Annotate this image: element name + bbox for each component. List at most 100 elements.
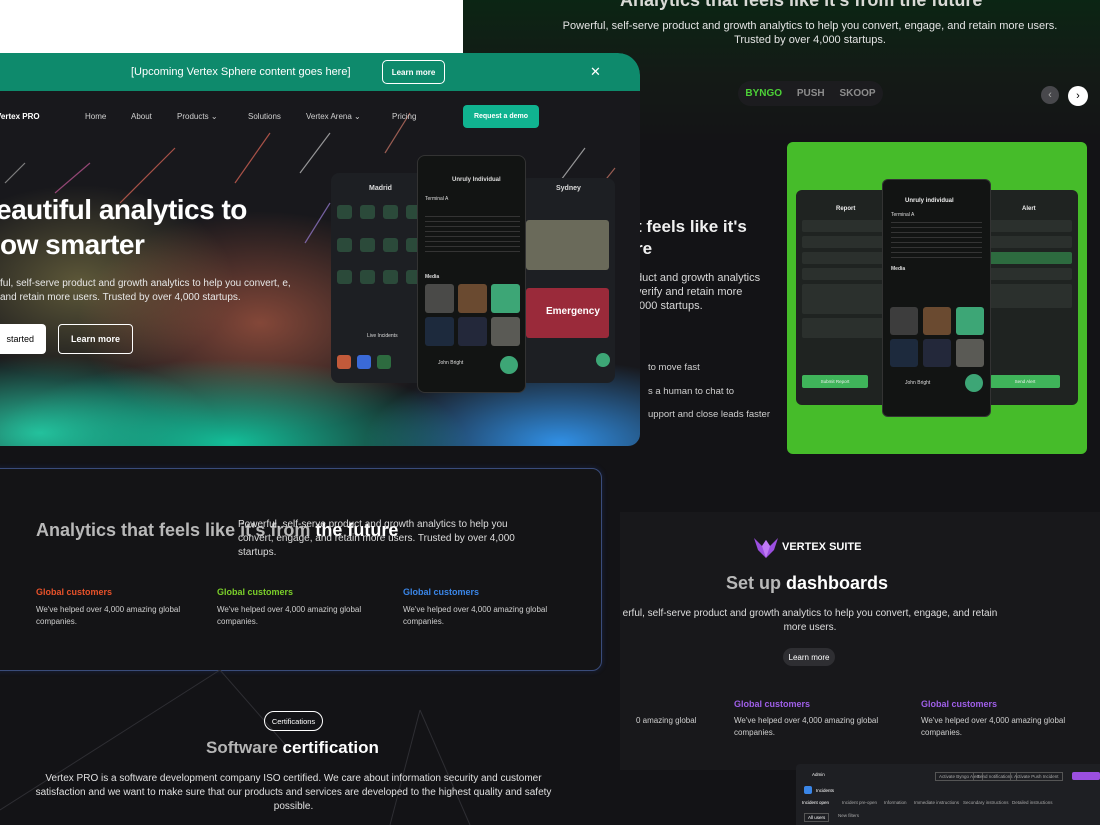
tab-secondary[interactable]: Secondary instructions (963, 800, 1009, 805)
headset-icon[interactable] (500, 356, 518, 374)
request-demo-button[interactable]: Request a demo (463, 105, 539, 128)
banner-learn-more-button[interactable]: Learn more (382, 60, 445, 84)
alert-header: Alert (1022, 206, 1036, 212)
vertex-suite-logo-icon (754, 538, 778, 558)
media-thumb[interactable] (890, 339, 918, 367)
action-button[interactable]: Activate Push Incident (1010, 772, 1063, 781)
tab-immediate[interactable]: Immediate instructions (914, 800, 959, 805)
phone-madrid: Madrid Live Incidents (331, 173, 426, 383)
tab-information[interactable]: Information (884, 800, 907, 805)
grid-icon[interactable] (360, 270, 375, 285)
media-thumb[interactable] (458, 284, 487, 313)
incident-thumb[interactable] (377, 355, 391, 369)
form-row (988, 236, 1072, 248)
media-thumb[interactable] (956, 339, 984, 367)
right-middle-sub-line: ,000 startups. (636, 300, 703, 312)
emergency-photo[interactable]: Emergency (526, 288, 609, 338)
primary-action[interactable] (1072, 772, 1100, 780)
form-row (802, 318, 885, 338)
form-row (988, 284, 1072, 308)
vertex-suite-title-grey: Set up (726, 573, 782, 593)
form-row (802, 252, 885, 264)
send-alert-button[interactable]: Send Alert (990, 375, 1060, 388)
incident-thumb[interactable] (337, 355, 351, 369)
grid-icon[interactable] (337, 205, 352, 219)
grid-icon[interactable] (383, 205, 398, 219)
nav-pricing[interactable]: Pricing (392, 112, 416, 121)
right-top-subtitle: Powerful, self-serve product and growth … (562, 20, 1058, 46)
dashboard-section: Incidents (816, 788, 835, 793)
feature-item: upport and close leads faster (648, 409, 770, 420)
dashboard-icon (804, 786, 812, 794)
alert-screen: Alert Send Alert (982, 190, 1078, 405)
form-row (802, 284, 885, 314)
media-thumb[interactable] (890, 307, 918, 335)
grid-icon[interactable] (337, 270, 352, 285)
product-tabs: BYNGO PUSH SKOOP (738, 81, 883, 106)
banner-text: [Upcoming Vertex Sphere content goes her… (131, 66, 351, 78)
product-preview-card: Report Submit Report Alert Send Alert Un… (787, 142, 1087, 454)
media-thumb[interactable] (425, 284, 454, 313)
close-icon[interactable]: ✕ (590, 64, 601, 80)
tab-incident-open[interactable]: Incident open (802, 800, 829, 805)
customers-heading: Global customers (217, 587, 294, 597)
form-row (988, 252, 1072, 264)
headset-icon[interactable] (965, 374, 983, 392)
grid-icon[interactable] (337, 237, 352, 252)
right-middle-title-line1: t feels like it's (636, 217, 747, 236)
customers-text: We've helped over 4,000 amazing global c… (921, 716, 1066, 737)
form-row (802, 268, 885, 280)
incident-description (425, 216, 520, 256)
new-filter[interactable]: New filters (838, 813, 859, 818)
learn-more-button[interactable]: Learn more (58, 324, 133, 354)
media-thumb[interactable] (923, 307, 951, 335)
grid-icon[interactable] (383, 237, 398, 252)
report-header: Report (836, 206, 856, 212)
nav-products[interactable]: Products ⌄ (177, 112, 218, 121)
media-thumb[interactable] (923, 339, 951, 367)
get-started-button[interactable]: started (0, 324, 46, 354)
filter-chip[interactable]: All users (804, 813, 830, 822)
media-thumb[interactable] (491, 317, 520, 346)
tab-incident-pre-open[interactable]: Incident pre-open (842, 800, 877, 805)
microphone-icon[interactable] (491, 284, 520, 313)
tab-byngo[interactable]: BYNGO (745, 88, 782, 99)
microphone-icon[interactable] (956, 307, 984, 335)
certification-text: Vertex PRO is a software development com… (35, 773, 552, 812)
media-thumb[interactable] (458, 317, 487, 346)
grid-icon[interactable] (383, 270, 398, 285)
emergency-text: Emergency (546, 306, 600, 317)
incident-thumb[interactable] (357, 355, 371, 369)
nav-about[interactable]: About (131, 112, 152, 121)
analytics-card (0, 468, 602, 671)
nav-products-label: Products (177, 112, 209, 121)
logo[interactable]: Vertex PRO (0, 112, 40, 121)
form-row (802, 236, 885, 248)
customers-heading: Global customers (36, 587, 113, 597)
customers-heading: Global customers (403, 587, 480, 597)
media-thumb[interactable] (425, 317, 454, 346)
nav-vertex-arena[interactable]: Vertex Arena ⌄ (306, 112, 361, 121)
incident-title: Terminal A (891, 212, 915, 218)
certification-title-grey: Software (206, 738, 278, 757)
tab-push[interactable]: PUSH (797, 88, 825, 99)
hero-headline-line2: ow smarter (0, 229, 145, 260)
report-screen: Report Submit Report (796, 190, 891, 405)
incident-photo[interactable] (526, 220, 609, 270)
submit-report-button[interactable]: Submit Report (802, 375, 868, 388)
headset-icon[interactable] (596, 353, 610, 367)
grid-icon[interactable] (360, 237, 375, 252)
vertex-suite-title: Set up dashboards (726, 573, 888, 594)
form-row (988, 268, 1072, 280)
vertex-suite-learn-more-button[interactable]: Learn more (783, 648, 835, 666)
incident-title: Terminal A (425, 196, 449, 202)
tab-skoop[interactable]: SKOOP (839, 88, 875, 99)
city-label: Sydney (556, 185, 581, 192)
grid-icon[interactable] (360, 205, 375, 219)
nav-solutions[interactable]: Solutions (248, 112, 281, 121)
tab-detailed[interactable]: Detailed instructions (1012, 800, 1053, 805)
right-middle-subtitle: duct and growth analytics verify and reta… (636, 271, 781, 313)
nav-home[interactable]: Home (85, 112, 106, 121)
carousel-next-button[interactable]: › (1068, 86, 1088, 106)
carousel-prev-button[interactable]: ‹ (1041, 86, 1059, 104)
